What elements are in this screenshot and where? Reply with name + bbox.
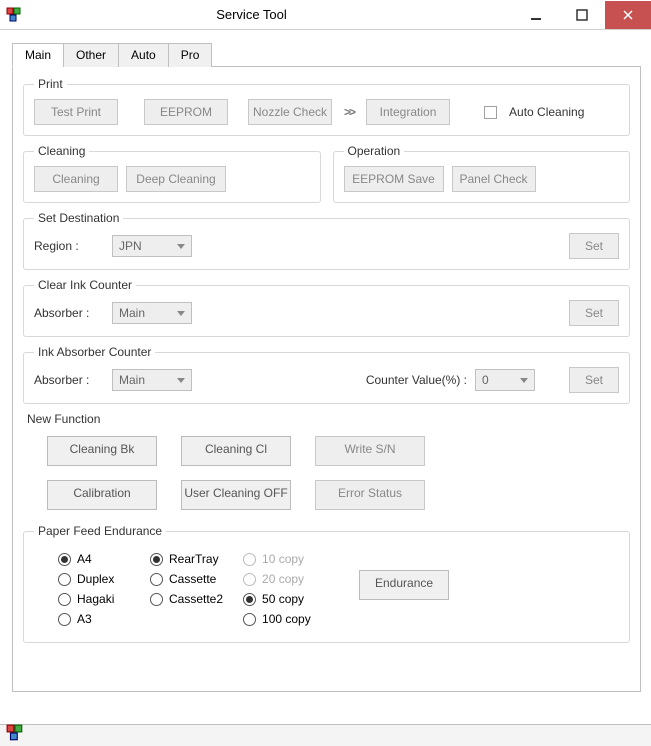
operation-group: Operation EEPROM Save Panel Check bbox=[333, 144, 631, 203]
cleaning-cl-button[interactable]: Cleaning Cl bbox=[181, 436, 291, 466]
paper-feed-group: Paper Feed Endurance A4 Duplex Hagaki A3… bbox=[23, 524, 630, 643]
clear-ink-set-button[interactable]: Set bbox=[569, 300, 619, 326]
nozzle-check-button[interactable]: Nozzle Check bbox=[248, 99, 332, 125]
error-status-button[interactable]: Error Status bbox=[315, 480, 425, 510]
panel-check-button[interactable]: Panel Check bbox=[452, 166, 536, 192]
endurance-button[interactable]: Endurance bbox=[359, 570, 449, 600]
operation-legend: Operation bbox=[344, 144, 405, 158]
eeprom-button[interactable]: EEPROM bbox=[144, 99, 228, 125]
maximize-button[interactable] bbox=[559, 1, 605, 29]
calibration-button[interactable]: Calibration bbox=[47, 480, 157, 510]
tab-pro[interactable]: Pro bbox=[168, 43, 213, 67]
write-sn-button[interactable]: Write S/N bbox=[315, 436, 425, 466]
counter-value-label: Counter Value(%) : bbox=[366, 373, 467, 387]
paper-feed-legend: Paper Feed Endurance bbox=[34, 524, 166, 538]
titlebar: Service Tool bbox=[0, 0, 651, 30]
region-label: Region : bbox=[34, 239, 104, 253]
radio-100copy[interactable] bbox=[243, 613, 256, 626]
cleaning-group: Cleaning Cleaning Deep Cleaning bbox=[23, 144, 321, 203]
radio-a4[interactable] bbox=[58, 553, 71, 566]
radio-a3[interactable] bbox=[58, 613, 71, 626]
window-title: Service Tool bbox=[0, 7, 513, 22]
ink-absorber-group: Ink Absorber Counter Absorber : Main Cou… bbox=[23, 345, 630, 404]
auto-cleaning-label: Auto Cleaning bbox=[509, 105, 584, 119]
print-legend: Print bbox=[34, 77, 67, 91]
test-print-button[interactable]: Test Print bbox=[34, 99, 118, 125]
close-button[interactable] bbox=[605, 1, 651, 29]
new-function-label: New Function bbox=[27, 412, 630, 426]
user-cleaning-off-button[interactable]: User Cleaning OFF bbox=[181, 480, 291, 510]
radio-reartray[interactable] bbox=[150, 553, 163, 566]
taskbar bbox=[0, 724, 651, 746]
cleaning-legend: Cleaning bbox=[34, 144, 89, 158]
region-select[interactable]: JPN bbox=[112, 235, 192, 257]
tab-body-main: Print Test Print EEPROM Nozzle Check >> … bbox=[12, 67, 641, 692]
print-group: Print Test Print EEPROM Nozzle Check >> … bbox=[23, 77, 630, 136]
set-destination-group: Set Destination Region : JPN Set bbox=[23, 211, 630, 270]
ink-absorber-select[interactable]: Main bbox=[112, 369, 192, 391]
auto-cleaning-checkbox[interactable] bbox=[484, 106, 497, 119]
ink-absorber-set-button[interactable]: Set bbox=[569, 367, 619, 393]
ink-absorber-legend: Ink Absorber Counter bbox=[34, 345, 155, 359]
integration-button[interactable]: Integration bbox=[366, 99, 450, 125]
minimize-button[interactable] bbox=[513, 1, 559, 29]
cleaning-bk-button[interactable]: Cleaning Bk bbox=[47, 436, 157, 466]
radio-duplex[interactable] bbox=[58, 573, 71, 586]
set-destination-legend: Set Destination bbox=[34, 211, 123, 225]
chevron-right-icon: >> bbox=[340, 105, 358, 119]
absorber-label-2: Absorber : bbox=[34, 373, 104, 387]
eeprom-save-button[interactable]: EEPROM Save bbox=[344, 166, 444, 192]
tab-other[interactable]: Other bbox=[63, 43, 119, 67]
clear-ink-legend: Clear Ink Counter bbox=[34, 278, 136, 292]
radio-hagaki[interactable] bbox=[58, 593, 71, 606]
radio-20copy[interactable] bbox=[243, 573, 256, 586]
taskbar-app-icon[interactable] bbox=[6, 724, 24, 745]
counter-value-select[interactable]: 0 bbox=[475, 369, 535, 391]
radio-50copy[interactable] bbox=[243, 593, 256, 606]
tab-strip: Main Other Auto Pro bbox=[12, 42, 641, 67]
radio-10copy[interactable] bbox=[243, 553, 256, 566]
deep-cleaning-button[interactable]: Deep Cleaning bbox=[126, 166, 226, 192]
radio-cassette2[interactable] bbox=[150, 593, 163, 606]
clear-ink-group: Clear Ink Counter Absorber : Main Set bbox=[23, 278, 630, 337]
radio-cassette[interactable] bbox=[150, 573, 163, 586]
absorber-label-1: Absorber : bbox=[34, 306, 104, 320]
region-set-button[interactable]: Set bbox=[569, 233, 619, 259]
tab-auto[interactable]: Auto bbox=[118, 43, 169, 67]
tab-main[interactable]: Main bbox=[12, 43, 64, 67]
clear-ink-absorber-select[interactable]: Main bbox=[112, 302, 192, 324]
cleaning-button[interactable]: Cleaning bbox=[34, 166, 118, 192]
